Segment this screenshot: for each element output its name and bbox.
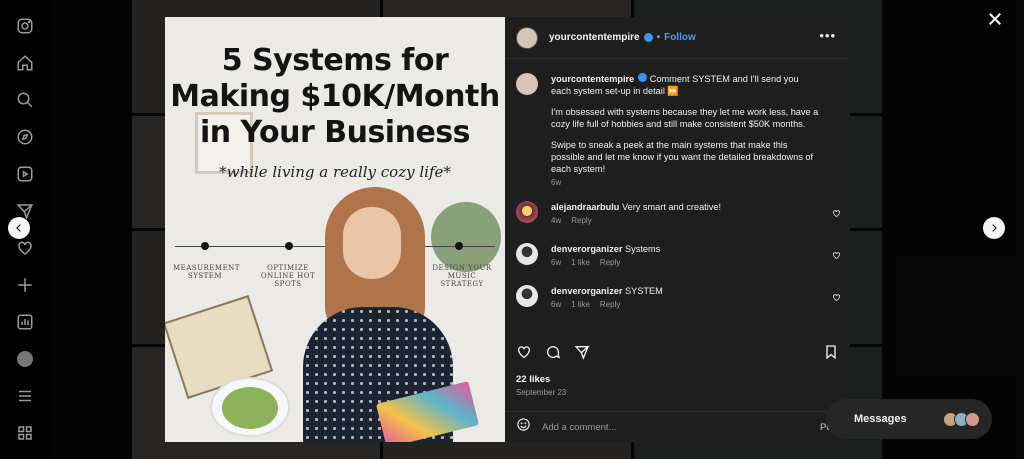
caption-meta: 6w: [551, 178, 820, 187]
dashboard-icon[interactable]: [15, 312, 35, 332]
commenter-username[interactable]: alejandraarbulu: [551, 202, 619, 212]
caption: yourcontentempire Comment SYSTEM and I'l…: [505, 73, 850, 187]
timeline-label: MEASUREMENT SYSTEM: [173, 264, 240, 280]
caption-text: yourcontentempire Comment SYSTEM and I'l…: [551, 73, 820, 175]
commenter-avatar[interactable]: [516, 285, 538, 307]
caption-paragraph: Swipe to sneak a peek at the main system…: [551, 140, 814, 174]
add-comment-input[interactable]: [542, 421, 820, 433]
likes-count[interactable]: 22 likes: [516, 374, 550, 385]
share-send-icon[interactable]: [574, 344, 590, 365]
commenter-avatar[interactable]: [516, 243, 538, 265]
like-comment-heart-icon[interactable]: [832, 205, 841, 217]
timeline-dot: [455, 242, 463, 250]
instagram-post-modal: 5 Systems for Making $10K/Month in Your …: [0, 0, 1024, 459]
post-info-panel: yourcontentempire • Follow ••• yourconte…: [505, 17, 850, 442]
previous-post-chevron-left-icon[interactable]: [8, 217, 30, 239]
comment-text: denverorganizer Systems: [551, 243, 820, 255]
comment-text: alejandraarbulu Very smart and creative!: [551, 201, 820, 213]
comment-body: SYSTEM: [622, 286, 663, 296]
instagram-logo-icon[interactable]: [15, 16, 35, 36]
verified-badge-icon: [643, 33, 653, 42]
explore-icon[interactable]: [15, 127, 35, 147]
reels-icon[interactable]: [15, 164, 35, 184]
comments-scroll[interactable]: yourcontentempire Comment SYSTEM and I'l…: [505, 69, 850, 337]
post-subheadline: *while living a really cozy life*: [219, 163, 451, 181]
author-avatar[interactable]: [516, 26, 538, 49]
comment-meta: 6w 1 like Reply: [551, 300, 820, 309]
reply-button[interactable]: Reply: [571, 216, 591, 225]
comment-time[interactable]: 4w: [551, 216, 561, 225]
comment-item: denverorganizer Systems 6w 1 like Reply: [505, 243, 850, 267]
comment-meta: 4w Reply: [551, 216, 820, 225]
search-icon[interactable]: [15, 90, 35, 110]
emoji-icon[interactable]: [516, 417, 531, 437]
comment-time[interactable]: 6w: [551, 258, 561, 267]
author-username[interactable]: yourcontentempire: [549, 32, 640, 43]
commenter-username[interactable]: denverorganizer: [551, 244, 622, 254]
comment-likes[interactable]: 1 like: [571, 258, 590, 267]
close-icon[interactable]: [986, 10, 1004, 28]
comment-meta: 6w 1 like Reply: [551, 258, 820, 267]
comment-body: Very smart and creative!: [619, 202, 722, 212]
caption-author-avatar[interactable]: [516, 73, 538, 95]
caption-time[interactable]: 6w: [551, 178, 561, 187]
reply-button[interactable]: Reply: [600, 258, 620, 267]
commenter-username[interactable]: denverorganizer: [551, 286, 622, 296]
caption-paragraph: I'm obsessed with systems because they l…: [551, 107, 819, 129]
comment-item: denverorganizer SYSTEM 6w 1 like Reply: [505, 285, 850, 309]
post-image[interactable]: 5 Systems for Making $10K/Month in Your …: [165, 17, 505, 442]
timeline-dot: [201, 242, 209, 250]
comment-text: denverorganizer SYSTEM: [551, 285, 820, 297]
comment-item: alejandraarbulu Very smart and creative!…: [505, 201, 850, 225]
matcha-cup-photo: [210, 377, 290, 437]
comment-body: Systems: [622, 244, 661, 254]
timeline-dot: [285, 242, 293, 250]
create-plus-icon[interactable]: [15, 275, 35, 295]
like-comment-heart-icon[interactable]: [832, 289, 841, 301]
post-date[interactable]: September 23: [516, 388, 566, 397]
next-post-chevron-right-icon[interactable]: [983, 217, 1005, 239]
post-headline: 5 Systems for Making $10K/Month in Your …: [170, 43, 500, 150]
home-icon[interactable]: [15, 53, 35, 73]
like-heart-icon[interactable]: [516, 344, 532, 365]
save-bookmark-icon[interactable]: [823, 344, 839, 365]
verified-badge-icon: [638, 73, 648, 82]
comment-likes[interactable]: 1 like: [571, 300, 590, 309]
commenter-avatar[interactable]: [516, 201, 538, 223]
profile-avatar-icon[interactable]: [15, 349, 35, 369]
reply-button[interactable]: Reply: [600, 300, 620, 309]
messages-button[interactable]: Messages: [826, 399, 992, 439]
messages-label: Messages: [854, 413, 907, 425]
header-separator: •: [656, 32, 661, 43]
comment-bubble-icon[interactable]: [545, 344, 561, 365]
like-comment-heart-icon[interactable]: [832, 247, 841, 259]
more-menu-icon[interactable]: [15, 386, 35, 406]
more-options-icon[interactable]: •••: [819, 29, 836, 42]
post-actions: [505, 342, 850, 367]
comment-time[interactable]: 6w: [551, 300, 561, 309]
avatar: [965, 411, 980, 427]
notifications-heart-icon[interactable]: [15, 238, 35, 258]
post-header: yourcontentempire • Follow •••: [505, 17, 850, 59]
comment-composer: Post: [505, 411, 850, 442]
follow-button[interactable]: Follow: [664, 32, 696, 43]
also-from-meta-icon[interactable]: [15, 423, 35, 443]
caption-username[interactable]: yourcontentempire: [551, 74, 634, 84]
message-avatars: [943, 411, 980, 427]
